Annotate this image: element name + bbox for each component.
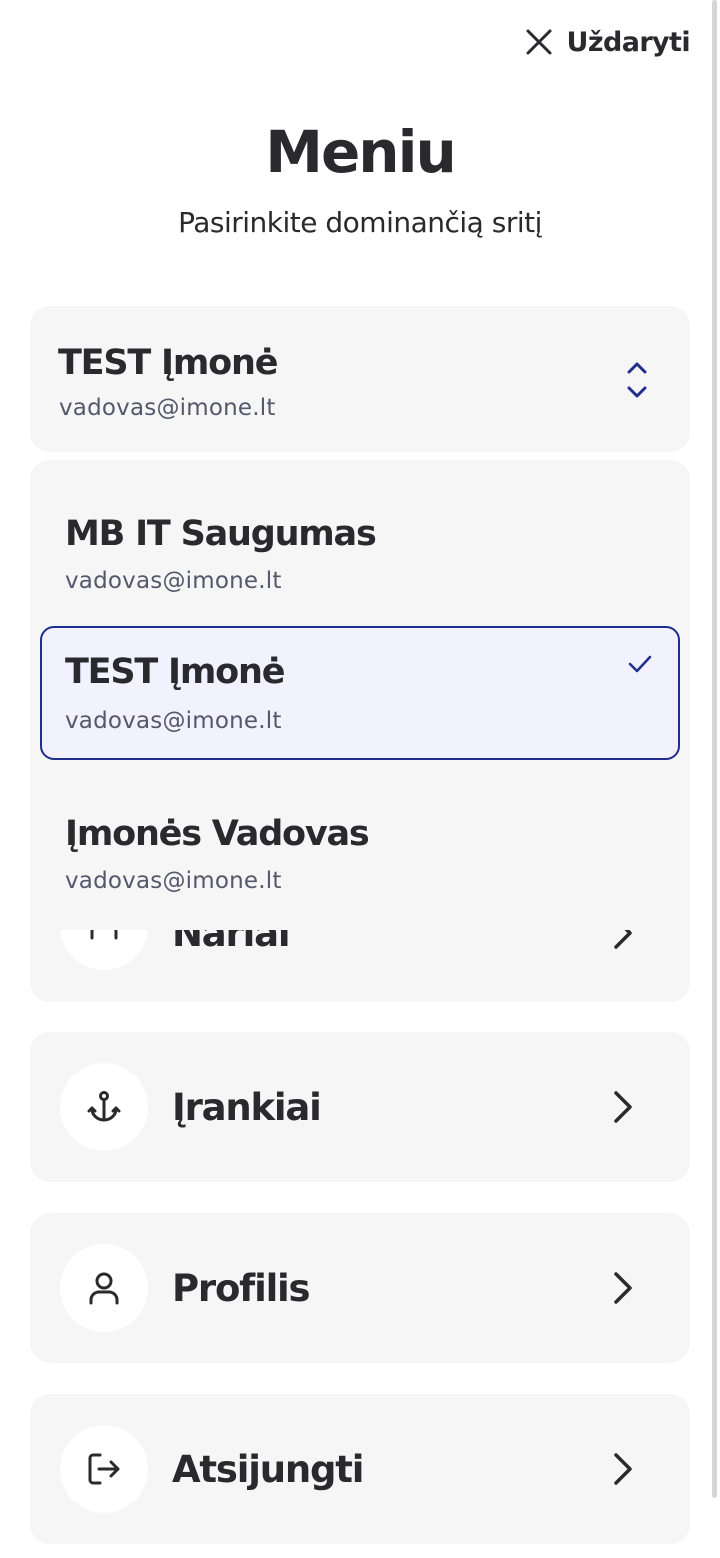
page-subtitle: Pasirinkite dominančią sritį (178, 206, 542, 239)
chevron-up-down-icon (627, 362, 647, 398)
company-option[interactable]: MB IT Saugumas vadovas@imone.lt (40, 472, 680, 606)
company-option-email: vadovas@imone.lt (65, 708, 282, 734)
menu-screen: Uždaryti Meniu Pasirinkite dominančią sr… (0, 0, 720, 1558)
menu-item-profilis[interactable]: Profilis (30, 1213, 690, 1363)
menu-item-label: Įrankiai (172, 1086, 322, 1129)
company-option-name: TEST Įmonė (65, 652, 285, 692)
menu-item-label: Atsijungti (172, 1448, 364, 1491)
menu-item-irankiai[interactable]: Įrankiai (30, 1032, 690, 1182)
close-button[interactable]: Uždaryti (523, 26, 691, 58)
check-icon (628, 655, 652, 673)
company-selector[interactable]: TEST Įmonė vadovas@imone.lt (30, 306, 690, 452)
company-option-name: Įmonės Vadovas (65, 814, 370, 854)
chevron-right-icon (614, 1453, 632, 1485)
chevron-right-icon (614, 1091, 632, 1123)
company-option-selected[interactable]: TEST Įmonė vadovas@imone.lt (40, 626, 680, 760)
close-icon (526, 29, 552, 55)
menu-item-label: Profilis (172, 1267, 311, 1310)
chevron-right-icon (614, 1272, 632, 1304)
user-icon (60, 1244, 148, 1332)
company-option-email: vadovas@imone.lt (65, 568, 282, 594)
company-option[interactable]: Įmonės Vadovas vadovas@imone.lt (40, 772, 680, 906)
company-option-email: vadovas@imone.lt (65, 868, 282, 894)
menu-item-atsijungti[interactable]: Atsijungti (30, 1394, 690, 1544)
selected-company-name: TEST Įmonė (58, 343, 278, 383)
page-title: Meniu (265, 118, 457, 186)
company-dropdown: Nariai MB IT Saugumas vadovas@imone.lt T… (30, 460, 690, 1002)
anchor-icon (60, 1063, 148, 1151)
logout-icon (60, 1425, 148, 1513)
selected-company-email: vadovas@imone.lt (59, 395, 276, 421)
close-label: Uždaryti (566, 26, 691, 58)
company-option-name: MB IT Saugumas (65, 514, 377, 554)
